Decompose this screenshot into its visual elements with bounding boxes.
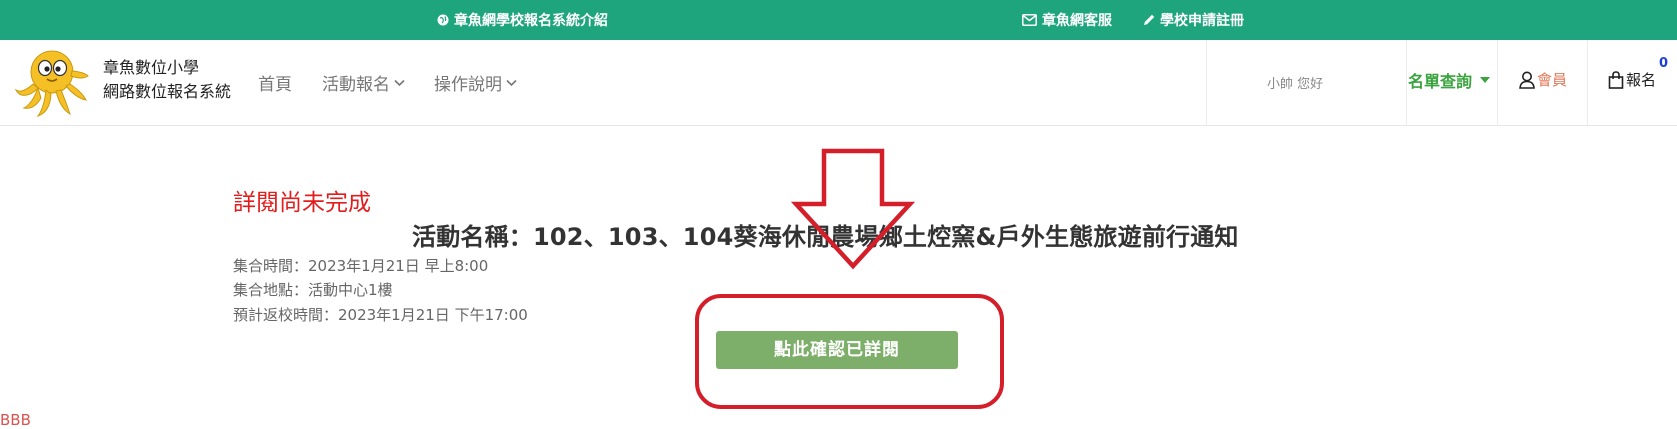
caret-down-icon bbox=[1480, 77, 1491, 83]
cart-count-badge: 0 bbox=[1659, 56, 1669, 71]
brand-name: 章魚數位小學 網路數位報名系統 bbox=[103, 56, 231, 104]
signup-label: 報名 bbox=[1626, 71, 1657, 89]
system-intro-label: 章魚網學校報名系統介紹 bbox=[454, 13, 608, 29]
nav-divider bbox=[1406, 40, 1407, 125]
gather-time: 集合時間：2023年1月21日 早上8:00 bbox=[233, 257, 489, 275]
menu-home[interactable]: 首頁 bbox=[258, 70, 292, 95]
chevron-down-icon bbox=[506, 79, 517, 86]
menu-activity-label: 活動報名 bbox=[322, 75, 390, 95]
list-query-dropdown[interactable]: 名單查詢 bbox=[1408, 68, 1491, 92]
user-icon bbox=[1519, 71, 1535, 89]
school-register-label: 學校申請註冊 bbox=[1160, 13, 1244, 29]
shopping-bag-icon bbox=[1608, 70, 1624, 89]
confirm-read-button[interactable]: 點此確認已詳閱 bbox=[716, 331, 958, 369]
gather-place: 集合地點：活動中心1樓 bbox=[233, 281, 393, 299]
brand-line-1: 章魚數位小學 bbox=[103, 58, 200, 77]
customer-service-label: 章魚網客服 bbox=[1042, 13, 1112, 29]
menu-manual[interactable]: 操作說明 bbox=[434, 70, 517, 95]
menu-activity-signup[interactable]: 活動報名 bbox=[322, 70, 405, 95]
menu-home-label: 首頁 bbox=[258, 75, 292, 95]
menu-manual-label: 操作說明 bbox=[434, 75, 502, 95]
system-intro-link[interactable]: 章魚網學校報名系統介紹 bbox=[437, 10, 608, 30]
brand-line-2: 網路數位報名系統 bbox=[103, 82, 232, 101]
globe-icon bbox=[437, 14, 449, 26]
school-register-link[interactable]: 學校申請註冊 bbox=[1143, 10, 1244, 30]
pencil-icon bbox=[1144, 14, 1155, 25]
user-greeting: 小帥 您好 bbox=[1267, 77, 1324, 92]
top-bar: 章魚網學校報名系統介紹 章魚網客服 學校申請註冊 bbox=[0, 0, 1677, 40]
octopus-logo[interactable] bbox=[14, 46, 90, 118]
nav-divider bbox=[1497, 40, 1498, 125]
main-navbar: 章魚數位小學 網路數位報名系統 首頁 活動報名 操作說明 小帥 您好 名單查詢 … bbox=[0, 40, 1677, 126]
member-link[interactable]: 會員 bbox=[1519, 69, 1567, 90]
read-status-text: 詳閱尚未完成 bbox=[233, 190, 371, 216]
signup-cart-link[interactable]: 報名 bbox=[1608, 69, 1656, 90]
envelope-icon bbox=[1022, 14, 1037, 26]
event-title: 活動名稱：102、103、104葵海休閒農場鄉土焢窯&戶外生態旅遊前行通知 bbox=[412, 223, 1239, 251]
chevron-down-icon bbox=[394, 79, 405, 86]
nav-divider bbox=[1206, 40, 1207, 125]
list-query-label: 名單查詢 bbox=[1408, 72, 1473, 91]
return-time: 預計返校時間：2023年1月21日 下午17:00 bbox=[233, 306, 528, 324]
member-label: 會員 bbox=[1537, 71, 1568, 89]
bottom-text-fragment: BBB bbox=[0, 411, 31, 429]
customer-service-link[interactable]: 章魚網客服 bbox=[1022, 10, 1112, 30]
nav-divider bbox=[1587, 40, 1588, 125]
